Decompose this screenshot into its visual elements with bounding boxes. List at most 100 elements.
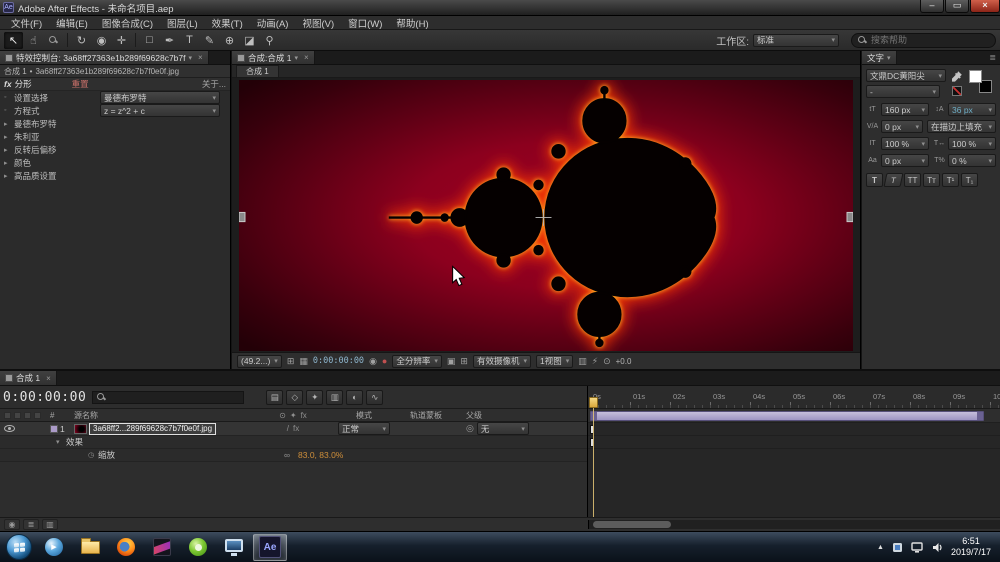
taskbar-app-green-browser[interactable] <box>181 534 215 561</box>
column-number[interactable]: # <box>50 411 72 420</box>
layer-duration-bar[interactable] <box>590 411 984 421</box>
fill-color-swatch[interactable] <box>969 70 982 83</box>
tab-composition[interactable]: 合成:合成 1 ▾ × <box>232 51 315 64</box>
close-icon[interactable]: × <box>198 53 203 62</box>
reset-link[interactable]: 重置 <box>72 78 89 90</box>
twirl-icon[interactable]: ▸ <box>4 159 14 167</box>
column-source-name[interactable]: 源名称 <box>72 410 252 421</box>
mandelbrot-fractal-preview[interactable] <box>239 80 853 351</box>
effects-switch-icon[interactable]: fx <box>293 424 299 433</box>
pan-behind-tool-icon[interactable]: ✛ <box>112 32 131 49</box>
hand-tool-icon[interactable]: ☝ <box>24 32 43 49</box>
twirl-icon[interactable]: ▸ <box>4 172 14 180</box>
label-color-chip[interactable] <box>50 425 58 433</box>
twirl-icon[interactable]: ▸ <box>4 133 14 141</box>
fill-stroke-swatches[interactable] <box>968 69 996 99</box>
blend-mode-dropdown[interactable]: 正常▾ <box>338 422 390 435</box>
tab-effect-controls[interactable]: 特效控制台: 3a68ff27363e1b289f69628c7b7f ▾ × <box>0 51 209 64</box>
parent-pickwhip-icon[interactable]: ◎ <box>466 423 474 434</box>
menu-edit[interactable]: 编辑(E) <box>49 16 95 30</box>
show-channel-icon[interactable]: ● <box>382 356 387 366</box>
transparency-grid-icon[interactable]: ⊞ <box>460 356 468 367</box>
magnification-dropdown[interactable]: (49.2...)▾ <box>237 355 282 368</box>
taskbar-app-media-player[interactable]: ▶ <box>37 534 71 561</box>
exposure-icon[interactable]: ⊙ <box>603 356 611 367</box>
rotation-tool-icon[interactable]: ↻ <box>72 32 91 49</box>
current-time-indicator-head[interactable] <box>589 397 598 408</box>
time-ruler[interactable]: 0s 01s 02s 03s 04s 05s 06s 07s 08s 09s 1… <box>588 386 1000 409</box>
network-icon[interactable] <box>911 542 924 553</box>
twirl-icon[interactable]: ▸ <box>4 120 14 128</box>
eyedropper-icon[interactable] <box>951 70 963 82</box>
param-group-julia[interactable]: ▸ 朱利亚 <box>0 130 230 143</box>
menu-view[interactable]: 视图(V) <box>295 16 341 30</box>
menu-layer[interactable]: 图层(L) <box>160 16 205 30</box>
stopwatch-icon[interactable]: ◷ <box>88 451 98 459</box>
type-tool-icon[interactable]: T <box>180 32 199 49</box>
exposure-value[interactable]: +0.0 <box>616 357 632 366</box>
tray-app-icon[interactable] <box>892 542 903 553</box>
close-icon[interactable]: × <box>304 53 309 62</box>
help-search-box[interactable] <box>851 33 996 48</box>
font-style-dropdown[interactable]: -▾ <box>866 85 940 98</box>
preview-timecode[interactable]: 0:00:00:00 <box>313 356 364 366</box>
taskbar-app-firefox[interactable] <box>109 534 143 561</box>
region-of-interest-icon[interactable]: ▣ <box>447 356 456 367</box>
frame-blend-icon[interactable]: ▥ <box>326 390 343 405</box>
mask-shape-tool-icon[interactable]: □ <box>140 32 159 49</box>
superscript-button[interactable]: T¹ <box>942 173 959 187</box>
table-row-scale-property[interactable]: ◷ 缩放 ∞ 83.0, 83.0% <box>0 449 587 462</box>
no-stroke-color-chip[interactable] <box>952 86 962 96</box>
menu-effect[interactable]: 效果(T) <box>205 16 250 30</box>
baseline-shift-dropdown[interactable]: 0 px▾ <box>881 154 929 167</box>
menu-file[interactable]: 文件(F) <box>4 16 49 30</box>
volume-icon[interactable] <box>932 542 943 553</box>
subscript-button[interactable]: T₁ <box>961 173 978 187</box>
expand-in-out-icon[interactable]: ▥ <box>42 519 58 530</box>
leading-dropdown[interactable]: 36 px▾ <box>948 103 996 116</box>
tab-character[interactable]: 文字 ▾ <box>862 51 897 64</box>
table-row-effects-group[interactable]: ▾ 效果 <box>0 436 587 449</box>
brush-tool-icon[interactable]: ✎ <box>200 32 219 49</box>
comp-mini-flowchart-icon[interactable]: ▤ <box>266 390 283 405</box>
maximize-button[interactable]: ▭ <box>945 0 969 13</box>
grid-guides-icon[interactable]: ⊞ <box>287 356 295 367</box>
small-caps-button[interactable]: Tᴛ <box>923 173 940 187</box>
menu-window[interactable]: 窗口(W) <box>341 16 389 30</box>
zoom-tool-icon[interactable] <box>44 32 63 49</box>
view-layout-dropdown[interactable]: 1视图▾ <box>536 355 573 368</box>
parent-dropdown[interactable]: 无▾ <box>477 422 529 435</box>
motion-blur-icon[interactable]: ◐ <box>346 390 363 405</box>
expand-transfer-controls-icon[interactable]: ≣ <box>23 519 39 530</box>
param-group-mandelbrot[interactable]: ▸ 曼德布罗特 <box>0 117 230 130</box>
mask-visibility-icon[interactable]: ▦ <box>299 356 308 367</box>
scale-value[interactable]: 83.0, 83.0% <box>298 450 343 460</box>
param-group-inverted-offset[interactable]: ▸ 反转后偏移 <box>0 143 230 156</box>
twirl-icon[interactable]: ▸ <box>4 146 14 154</box>
timeline-search-input[interactable] <box>110 392 230 402</box>
composition-viewer[interactable] <box>232 78 860 352</box>
table-row-layer-1[interactable]: 1 3a68ff2...289f69628c7b7f0e0f.jpg / fx … <box>0 422 587 436</box>
menu-help[interactable]: 帮助(H) <box>389 16 435 30</box>
pen-tool-icon[interactable]: ✒ <box>160 32 179 49</box>
timeline-search-box[interactable] <box>92 391 244 404</box>
timeline-track-area[interactable]: 0s 01s 02s 03s 04s 05s 06s 07s 08s 09s 1… <box>588 386 1000 517</box>
expand-layer-switches-icon[interactable]: ◉ <box>4 519 20 530</box>
puppet-pin-tool-icon[interactable]: ⚲ <box>260 32 279 49</box>
snapshot-icon[interactable]: ◉ <box>369 356 377 367</box>
visibility-eye-icon[interactable] <box>4 425 15 432</box>
layer-name[interactable]: 3a68ff2...289f69628c7b7f0e0f.jpg <box>89 423 216 435</box>
show-hidden-icons-chevron[interactable]: ▲ <box>877 544 884 551</box>
taskbar-clock[interactable]: 6:51 2019/7/17 <box>951 536 991 559</box>
about-link[interactable]: 关于... <box>202 78 226 90</box>
taskbar-app-after-effects[interactable]: Ae <box>253 534 287 561</box>
menu-animation[interactable]: 动画(A) <box>250 16 296 30</box>
close-button[interactable]: × <box>970 0 1000 13</box>
quality-switch-icon[interactable]: / <box>287 424 289 433</box>
camera-view-dropdown[interactable]: 有效摄像机▾ <box>473 355 531 368</box>
taskbar-app-computer[interactable] <box>217 534 251 561</box>
horizontal-scale-dropdown[interactable]: 100 %▾ <box>948 137 996 150</box>
comp-nav-tab[interactable]: 合成 1 <box>236 65 279 77</box>
graph-editor-icon[interactable]: ∿ <box>366 390 383 405</box>
twirl-icon[interactable]: ▾ <box>56 438 66 446</box>
